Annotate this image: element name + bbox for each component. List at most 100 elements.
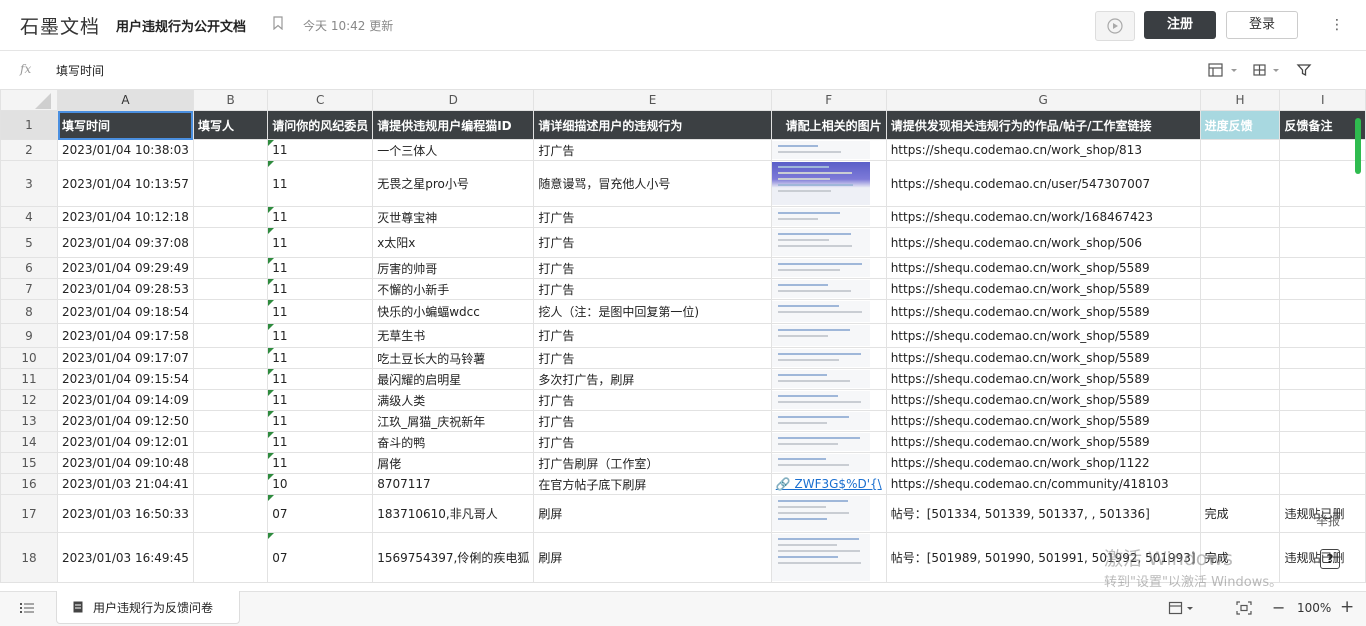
table-cell[interactable]: 挖人（注：是图中回复第一位) [533,299,772,324]
table-cell[interactable]: 2023/01/03 16:49:45 [57,532,194,583]
table-cell[interactable] [770,206,887,228]
register-button[interactable]: 注册 [1144,11,1216,39]
table-cell[interactable]: 11 [267,323,374,348]
table-cell[interactable]: 请详细描述用户的违规行为 [533,110,772,140]
table-cell[interactable] [1279,323,1366,348]
table-cell[interactable]: https://shequ.codemao.cn/work_shop/5589 [885,299,1201,324]
table-cell[interactable]: 打广告 [533,257,772,279]
row-header[interactable]: 11 [0,368,58,390]
select-all-corner[interactable] [0,89,58,111]
table-cell[interactable]: 11 [267,257,374,279]
table-cell[interactable] [192,257,269,279]
row-header[interactable]: 12 [0,389,58,411]
table-cell[interactable]: 打广告 [533,410,772,432]
table-cell[interactable]: 11 [267,431,374,453]
table-cell[interactable]: https://shequ.codemao.cn/work_shop/813 [885,139,1201,161]
table-cell[interactable]: 奋斗的鸭 [372,431,535,453]
table-cell[interactable] [770,532,887,583]
column-header-i[interactable]: I [1279,89,1366,111]
row-header[interactable]: 14 [0,431,58,453]
table-cell[interactable]: 8707117 [372,473,535,495]
column-header-a[interactable]: A [57,89,194,111]
table-cell[interactable] [1199,389,1281,411]
fit-screen-icon[interactable] [1236,601,1252,615]
screenshot-thumbnail[interactable] [772,412,870,430]
table-cell[interactable] [1279,227,1366,258]
table-cell[interactable]: 2023/01/04 09:10:48 [57,452,194,474]
column-header-f[interactable]: F [770,89,887,111]
table-cell[interactable]: 打广告 [533,389,772,411]
table-cell[interactable] [1199,206,1281,228]
table-cell[interactable]: 07 [267,494,374,533]
row-header[interactable]: 13 [0,410,58,432]
table-cell[interactable]: 10 [267,473,374,495]
table-cell[interactable] [192,227,269,258]
table-cell[interactable] [192,368,269,390]
bookmark-icon[interactable] [273,16,283,30]
table-cell[interactable]: https://shequ.codemao.cn/work_shop/5589 [885,431,1201,453]
row-header[interactable]: 7 [0,278,58,300]
row-header[interactable]: 2 [0,139,58,161]
zoom-out-button[interactable]: − [1272,598,1285,617]
table-cell[interactable]: 183710610,非凡哥人 [372,494,535,533]
table-cell[interactable]: 帖号：[501334, 501339, 501337, , 501336] [885,494,1201,533]
table-cell[interactable]: 07 [267,532,374,583]
table-cell[interactable]: 2023/01/04 09:17:07 [57,347,194,369]
row-header[interactable]: 10 [0,347,58,369]
column-header-c[interactable]: C [267,89,374,111]
table-cell[interactable]: 无草生书 [372,323,535,348]
table-cell[interactable] [770,227,887,258]
screenshot-thumbnail[interactable] [772,301,870,322]
table-cell[interactable]: 填写人 [192,110,269,140]
screenshot-thumbnail[interactable] [772,534,870,581]
table-cell[interactable]: 2023/01/04 09:12:01 [57,431,194,453]
column-header-e[interactable]: E [533,89,772,111]
screenshot-thumbnail[interactable] [772,208,870,226]
table-cell[interactable] [192,494,269,533]
table-cell[interactable]: 11 [267,139,374,161]
screenshot-thumbnail[interactable] [772,259,870,277]
column-header-g[interactable]: G [885,89,1201,111]
table-cell[interactable]: 打广告 [533,323,772,348]
table-cell[interactable]: 随意谩骂，冒充他人小号 [533,160,772,207]
table-cell[interactable] [192,532,269,583]
table-cell[interactable]: 请提供发现相关违规行为的作品/帖子/工作室链接 [885,110,1201,140]
vertical-scrollbar[interactable] [1355,118,1361,174]
table-cell[interactable]: 11 [267,389,374,411]
table-cell[interactable]: 无畏之星pro小号 [372,160,535,207]
chevron-down-icon[interactable] [1272,63,1280,77]
table-cell[interactable]: 11 [267,278,374,300]
table-cell[interactable]: 11 [267,227,374,258]
column-header-b[interactable]: B [192,89,269,111]
table-cell[interactable] [1199,299,1281,324]
app-logo[interactable]: 石墨文档 [20,12,100,39]
table-cell[interactable] [1279,431,1366,453]
table-cell[interactable]: 2023/01/04 09:12:50 [57,410,194,432]
table-cell[interactable]: https://shequ.codemao.cn/user/547307007 [885,160,1201,207]
row-header[interactable]: 3 [0,160,58,207]
screenshot-thumbnail[interactable] [772,141,870,159]
table-cell[interactable]: 满级人类 [372,389,535,411]
table-cell[interactable]: https://shequ.codemao.cn/work_shop/5589 [885,389,1201,411]
table-cell[interactable] [192,473,269,495]
table-cell[interactable] [192,431,269,453]
row-header[interactable]: 15 [0,452,58,474]
table-cell[interactable]: 一个三体人 [372,139,535,161]
table-cell[interactable]: 屑佬 [372,452,535,474]
table-cell[interactable]: 快乐的小蝙蝠wdcc [372,299,535,324]
table-cell[interactable]: 江玖_屑猫_庆祝新年 [372,410,535,432]
table-cell[interactable]: 厉害的帅哥 [372,257,535,279]
screenshot-thumbnail[interactable] [772,229,870,256]
table-cell[interactable]: 2023/01/03 16:50:33 [57,494,194,533]
sheet-tab[interactable]: 用户违规行为反馈问卷 [56,591,240,624]
table-cell[interactable] [1279,389,1366,411]
document-title[interactable]: 用户违规行为公开文档 [116,16,246,35]
table-cell[interactable] [1199,347,1281,369]
table-cell[interactable] [770,494,887,533]
table-cell[interactable]: 2023/01/04 09:28:53 [57,278,194,300]
table-cell[interactable]: x太阳x [372,227,535,258]
help-icon[interactable]: ? [1320,549,1340,569]
table-cell[interactable]: https://shequ.codemao.cn/community/41810… [885,473,1201,495]
table-cell[interactable]: 打广告 [533,278,772,300]
table-cell[interactable] [770,410,887,432]
